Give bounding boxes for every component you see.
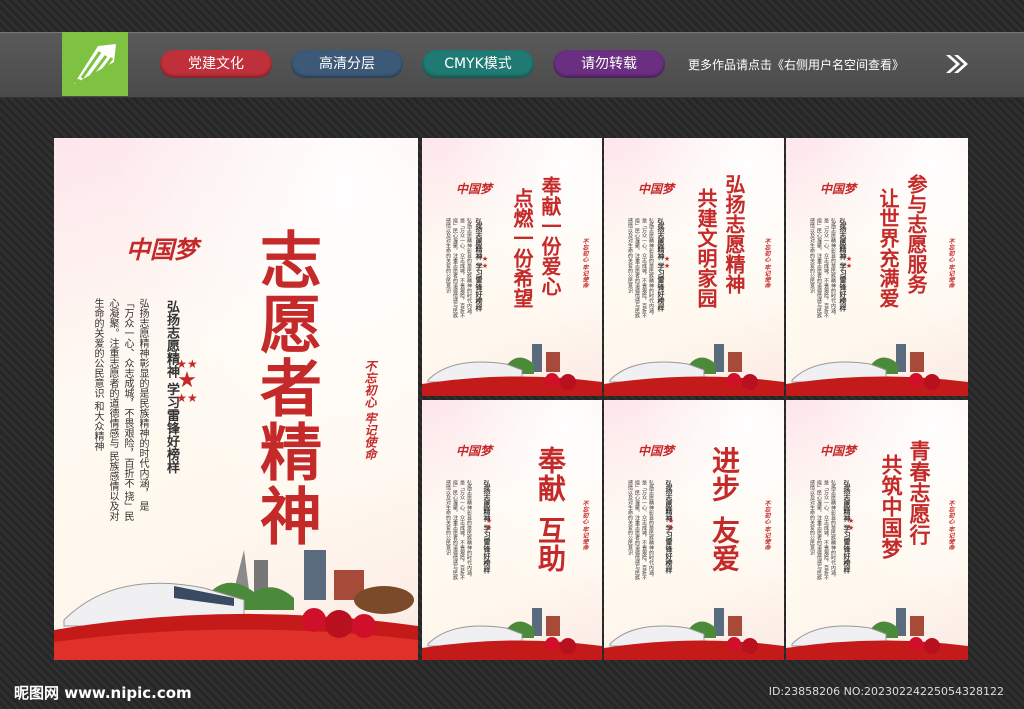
poster-title-a: 参与志愿服务 <box>904 174 928 294</box>
poster-6: 中国梦 青春志愿行 共筑中国梦 弘扬志愿精神 学习雷锋好榜样 弘扬志愿精神彰显的… <box>786 400 968 660</box>
poster-title-b: 让世界充满爱 <box>876 188 900 308</box>
brand-logo <box>62 32 128 96</box>
main-title: 志愿者精神 <box>249 228 322 548</box>
poster-stamp: 不忘初心 牢记使命 <box>947 238 954 289</box>
city-train-scene <box>422 608 602 660</box>
main-body-text: 弘扬志愿精神彰显的是民族精神的时代内涵， 是「万众一心、众志成城，不畏艰险，百折… <box>92 298 148 522</box>
pen-nib-icon <box>74 44 116 85</box>
poster-title-b: 互助 <box>534 516 567 572</box>
star-decoration: ★ ★ <box>847 517 855 532</box>
poster-stamp: 不忘初心 牢记使命 <box>763 500 770 551</box>
city-train-scene <box>604 608 784 660</box>
poster-stamp: 不忘初心 牢记使命 <box>581 238 588 289</box>
poster-title-a: 青春志愿行 <box>907 440 932 545</box>
star-decoration: ★ ★ <box>663 255 671 270</box>
poster-2: 中国梦 弘扬志愿精神 共建文明家园 弘扬志愿精神 学习雷锋好榜样 弘扬志愿精神彰… <box>604 138 784 396</box>
star-decoration: ★ ★ <box>485 517 493 532</box>
china-dream-logo: 中国梦 <box>638 444 675 458</box>
city-train-scene <box>604 344 784 396</box>
poster-body-text: 弘扬志愿精神彰显的是民族精神的时代内涵，是「万众一心、众志成城，不畏艰险，百折不… <box>627 480 654 580</box>
tag-hd-layers[interactable]: 高清分层 <box>291 50 403 78</box>
poster-title-a: 奉献 <box>534 446 567 502</box>
star-decoration: ★ ★ <box>845 255 853 270</box>
more-works-note[interactable]: 更多作品请点击《右侧用户名空间查看》 <box>688 56 904 73</box>
poster-body-text: 弘扬志愿精神彰显的是民族精神的时代内涵，是「万众一心、众志成城，不畏艰险，百折不… <box>809 480 836 580</box>
tag-party-culture[interactable]: 党建文化 <box>160 50 272 78</box>
poster-1: 中国梦 奉献一份爱心 点燃一份希望 弘扬志愿精神 学习雷锋好榜样 弘扬志愿精神彰… <box>422 138 602 396</box>
poster-body-text: 弘扬志愿精神彰显的是民族精神的时代内涵，是「万众一心、众志成城，不畏艰险，百折不… <box>809 218 836 318</box>
poster-stamp: 不忘初心 牢记使命 <box>581 500 588 551</box>
china-dream-logo: 中国梦 <box>820 444 857 458</box>
poster-body-text: 弘扬志愿精神彰显的是民族精神的时代内涵，是「万众一心、众志成城，不畏艰险，百折不… <box>627 218 654 318</box>
poster-title-a: 进步 <box>708 446 741 502</box>
poster-title-a: 弘扬志愿精神 <box>722 174 746 294</box>
china-dream-logo: 中国梦 <box>126 235 198 264</box>
poster-title-b: 友爱 <box>708 516 741 572</box>
poster-5: 中国梦 进步 友爱 弘扬志愿精神 学习雷锋好榜样 弘扬志愿精神彰显的是民族精神的… <box>604 400 784 660</box>
poster-stamp: 不忘初心 牢记使命 <box>947 500 954 551</box>
china-dream-logo: 中国梦 <box>638 182 675 196</box>
main-poster: 中国梦 志愿者精神 弘扬志愿精神 学习雷锋好榜样 ★★ ★ ★★ 不忘初心 牢记使命… <box>54 138 418 660</box>
poster-body-text: 弘扬志愿精神彰显的是民族精神的时代内涵，是「万众一心、众志成城，不畏艰险，百折不… <box>445 218 472 318</box>
city-train-scene <box>422 344 602 396</box>
star-decoration: ★★ ★ ★★ <box>176 357 198 405</box>
tag-no-repost[interactable]: 请勿转载 <box>553 50 665 78</box>
poster-title-a: 奉献一份爱心 <box>538 176 562 296</box>
poster-stamp: 不忘初心 牢记使命 <box>763 238 770 289</box>
poster-title-b: 点燃一份希望 <box>510 188 534 308</box>
city-train-scene <box>786 608 968 660</box>
poster-3: 中国梦 参与志愿服务 让世界充满爱 弘扬志愿精神 学习雷锋好榜样 弘扬志愿精神彰… <box>786 138 968 396</box>
image-id: ID:23858206 NO:20230224225054328122 <box>768 685 1004 698</box>
china-dream-logo: 中国梦 <box>456 182 493 196</box>
tag-cmyk[interactable]: CMYK模式 <box>422 50 534 78</box>
double-chevron-right-icon[interactable] <box>944 53 970 75</box>
star-decoration: ★ ★ <box>667 517 675 532</box>
star-decoration: ★ ★ <box>481 255 489 270</box>
china-dream-logo: 中国梦 <box>456 444 493 458</box>
city-train-scene <box>786 344 968 396</box>
china-dream-logo: 中国梦 <box>820 182 857 196</box>
poster-title-b: 共筑中国梦 <box>879 454 904 559</box>
poster-4: 中国梦 奉献 互助 弘扬志愿精神 学习雷锋好榜样 弘扬志愿精神彰显的是民族精神的… <box>422 400 602 660</box>
poster-title-b: 共建文明家园 <box>694 188 718 308</box>
poster-body-text: 弘扬志愿精神彰显的是民族精神的时代内涵，是「万众一心、众志成城，不畏艰险，百折不… <box>445 480 472 580</box>
city-train-scene <box>54 550 418 660</box>
main-stamp: 不忘初心 牢记使命 <box>363 360 377 461</box>
site-watermark: 昵图网 www.nipic.com <box>14 684 192 702</box>
